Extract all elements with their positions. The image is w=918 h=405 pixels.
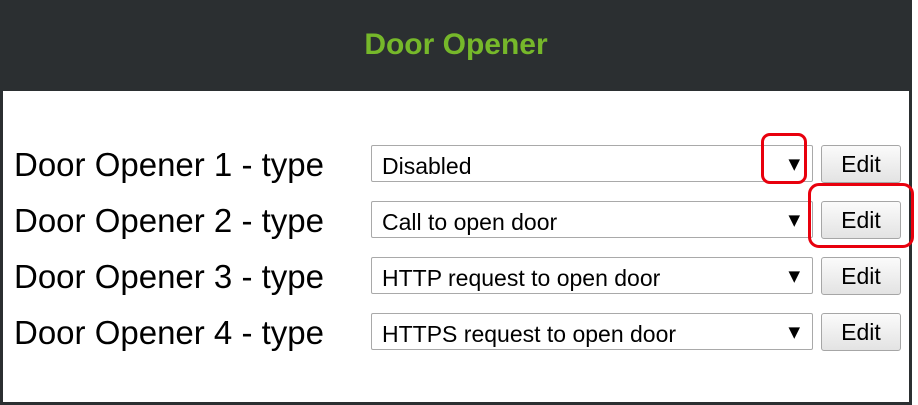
door-opener-2-selected-value: Call to open door	[382, 209, 558, 235]
door-opener-4-type-select[interactable]: HTTPS request to open door ▼	[371, 313, 813, 350]
door-opener-1-edit-button[interactable]: Edit	[821, 145, 901, 183]
chevron-down-icon[interactable]: ▼	[788, 211, 800, 229]
door-opener-4-edit-button[interactable]: Edit	[821, 313, 901, 351]
door-opener-4-row: Door Opener 4 - type HTTPS request to op…	[3, 308, 915, 360]
door-opener-3-label: Door Opener 3 - type	[14, 258, 324, 295]
door-opener-2-type-select[interactable]: Call to open door ▼	[371, 201, 813, 238]
door-opener-3-edit-button[interactable]: Edit	[821, 257, 901, 295]
panel-title: Door Opener	[364, 28, 548, 61]
chevron-down-icon[interactable]: ▼	[788, 267, 800, 285]
door-opener-4-selected-value: HTTPS request to open door	[382, 321, 677, 347]
door-opener-2-edit-button[interactable]: Edit	[821, 201, 901, 239]
panel-header: Door Opener	[3, 3, 909, 91]
chevron-down-icon[interactable]: ▼	[788, 155, 800, 173]
door-opener-2-label: Door Opener 2 - type	[14, 202, 324, 239]
chevron-down-icon[interactable]: ▼	[788, 323, 800, 341]
door-opener-3-row: Door Opener 3 - type HTTP request to ope…	[3, 252, 915, 304]
door-opener-2-row: Door Opener 2 - type Call to open door ▼…	[3, 196, 915, 248]
door-opener-1-selected-value: Disabled	[382, 153, 472, 179]
door-opener-1-type-select[interactable]: Disabled ▼	[371, 145, 813, 182]
door-opener-panel: Door Opener Door Opener 1 - type Disable…	[0, 0, 912, 405]
door-opener-3-selected-value: HTTP request to open door	[382, 265, 661, 291]
door-opener-1-row: Door Opener 1 - type Disabled ▼ Edit	[3, 140, 915, 192]
door-opener-4-label: Door Opener 4 - type	[14, 314, 324, 351]
door-opener-3-type-select[interactable]: HTTP request to open door ▼	[371, 257, 813, 294]
door-opener-1-label: Door Opener 1 - type	[14, 146, 324, 183]
